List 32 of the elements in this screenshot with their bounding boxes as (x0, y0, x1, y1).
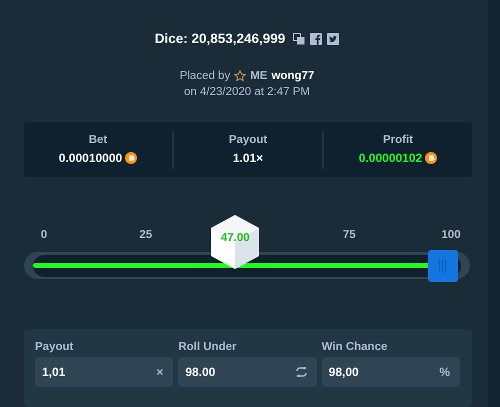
stat-label: Payout (228, 134, 268, 146)
slider-handle[interactable] (428, 250, 458, 282)
dice-result: 47.00 (220, 232, 251, 244)
stat-value: 1.01× (232, 151, 264, 166)
bet-title: Dice: 20,853,246,999 (154, 31, 286, 46)
coin-icon (425, 152, 438, 164)
field-label: Payout (35, 341, 74, 354)
scale-label: 100 (441, 229, 461, 242)
coin-icon (125, 152, 138, 164)
stat-value: 0.00010000 (58, 151, 122, 166)
copy-icon[interactable] (293, 32, 306, 44)
unit-label: × (156, 365, 164, 380)
scale-label: 0 (40, 229, 48, 242)
facebook-icon[interactable] (310, 32, 322, 44)
input-field[interactable]: 98.00 (178, 357, 317, 388)
bet-date: on 4/23/2020 at 2:47 PM (183, 86, 311, 98)
input-field[interactable]: 98,00 % (322, 357, 460, 388)
scale-label: 75 (342, 229, 356, 242)
stat-value: 0.00000102 (358, 151, 422, 166)
swap-icon[interactable] (296, 367, 307, 378)
star-icon (234, 70, 246, 82)
input-field[interactable]: 1,01 × (35, 357, 174, 388)
stat-label: Profit (382, 134, 414, 146)
username-link[interactable]: wong77 (271, 70, 314, 82)
field-label: Win Chance (322, 341, 388, 354)
twitter-icon[interactable] (327, 32, 340, 44)
stat-label: Bet (88, 134, 108, 146)
placed-by-label: Placed by (180, 70, 230, 82)
vip-rank: ME (250, 70, 268, 82)
unit-label: % (439, 365, 450, 380)
scale-label: 25 (139, 229, 152, 242)
field-label: Roll Under (178, 341, 238, 354)
